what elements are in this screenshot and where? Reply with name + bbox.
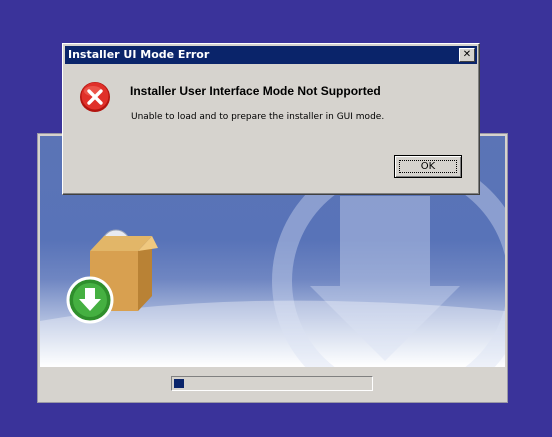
error-icon [80,82,110,112]
error-heading: Installer User Interface Mode Not Suppor… [130,84,381,98]
download-arrow-icon [66,276,114,324]
dialog-title: Installer UI Mode Error [68,48,210,61]
close-button[interactable]: ✕ [459,48,475,62]
dialog-titlebar[interactable]: Installer UI Mode Error ✕ [65,46,477,64]
splash-status-area [40,367,505,400]
close-icon: ✕ [462,49,472,60]
install-progress-bar [171,376,373,391]
error-dialog: Installer UI Mode Error ✕ Installer User… [62,43,480,195]
error-message: Unable to load and to prepare the instal… [131,112,385,122]
desktop-background: Installer UI Mode Error ✕ Installer User… [0,0,552,437]
ok-button[interactable]: OK [394,155,462,178]
progress-fill [174,379,184,388]
ok-button-label: OK [420,161,436,172]
